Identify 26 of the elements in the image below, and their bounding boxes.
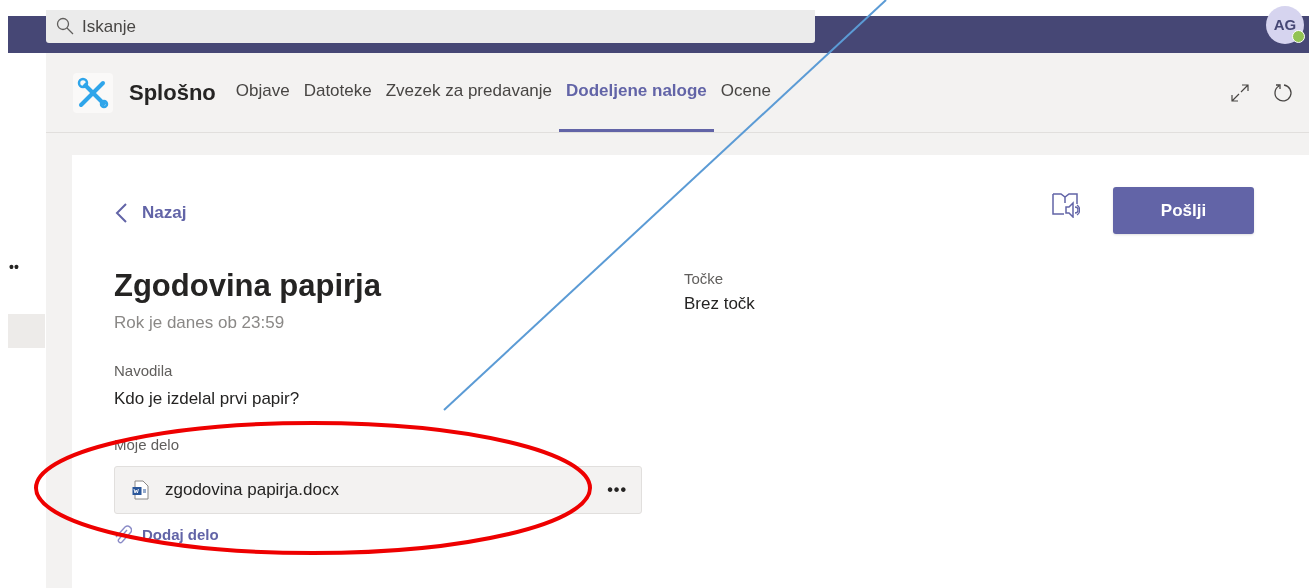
search-field[interactable]: Iskanje [46,10,815,43]
paperclip-icon [114,525,132,546]
more-options-button[interactable]: ••• [607,478,627,502]
due-date: Rok je danes ob 23:59 [114,312,285,334]
file-name: zgodovina papirja.docx [165,479,339,502]
refresh-icon[interactable] [1273,82,1293,103]
tab[interactable]: Zvezek za predavanje [378,53,560,132]
more-apps-button[interactable]: •• [9,260,46,274]
word-document-icon [132,480,149,500]
instructions-text: Kdo je izdelal prvi papir? [114,388,300,410]
channel-title: Splošno [129,79,216,107]
search-icon [56,17,74,35]
tab[interactable]: Ocene [713,53,778,132]
section-label: Točke [684,269,725,289]
immersive-reader-icon[interactable] [1052,191,1080,218]
team-logo-icon [73,72,113,113]
expand-icon[interactable] [1230,82,1250,103]
points-value: Brez točk [684,292,755,315]
tab[interactable]: Datoteke [296,53,379,132]
tab[interactable]: Objave [228,53,297,132]
assignment-title: Zgodovina papirja [114,267,381,305]
section-label: Navodila [114,360,173,381]
tab[interactable]: Dodeljene naloge [559,53,714,132]
back-link[interactable]: Nazaj [114,199,187,226]
submit-button[interactable]: Pošlji [1113,187,1254,234]
file-attachment[interactable]: zgodovina papirja.docx ••• [114,466,642,514]
